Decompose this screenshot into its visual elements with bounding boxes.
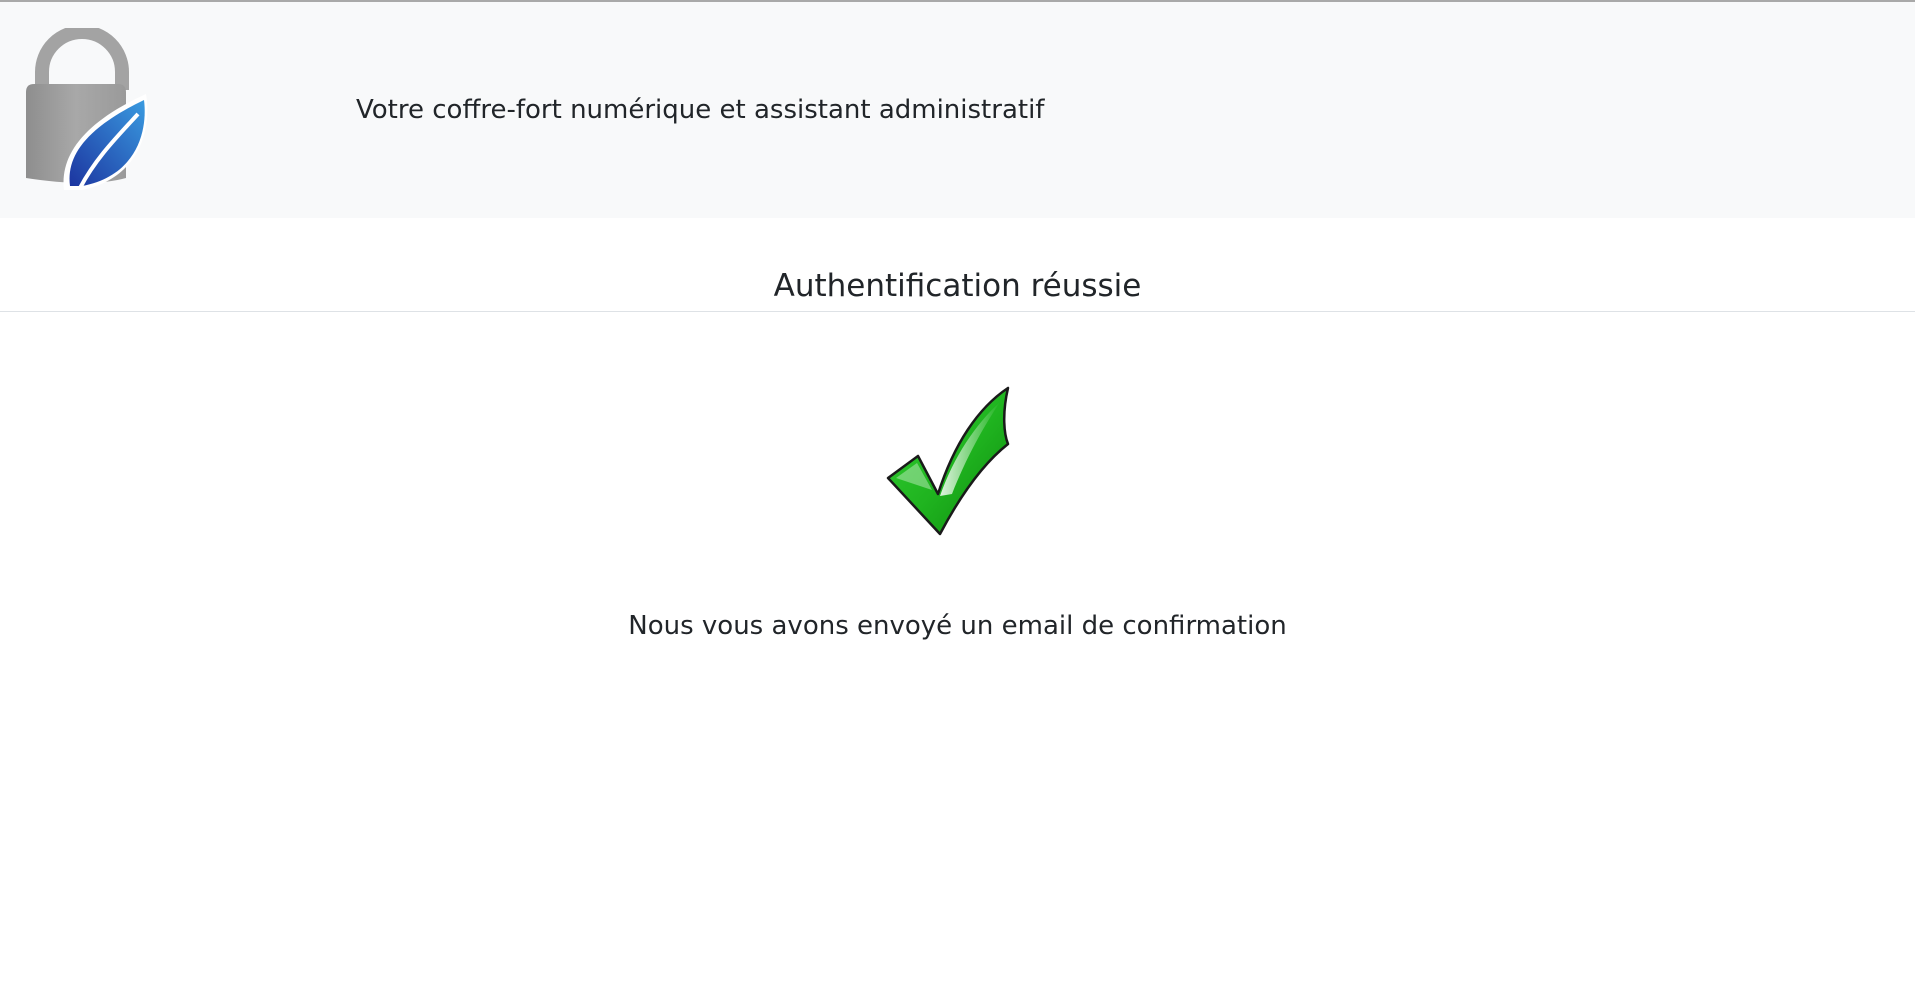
green-checkmark-icon xyxy=(884,384,1012,538)
confirmation-message: Nous vous avons envoyé un email de confi… xyxy=(628,611,1287,641)
header-tagline: Votre coffre-fort numérique et assistant… xyxy=(356,95,1045,125)
page-title: Authentification réussie xyxy=(773,268,1142,304)
site-header: Votre coffre-fort numérique et assistant… xyxy=(0,2,1915,218)
padlock-leaf-logo-icon[interactable] xyxy=(20,25,154,192)
title-divider xyxy=(0,311,1915,312)
